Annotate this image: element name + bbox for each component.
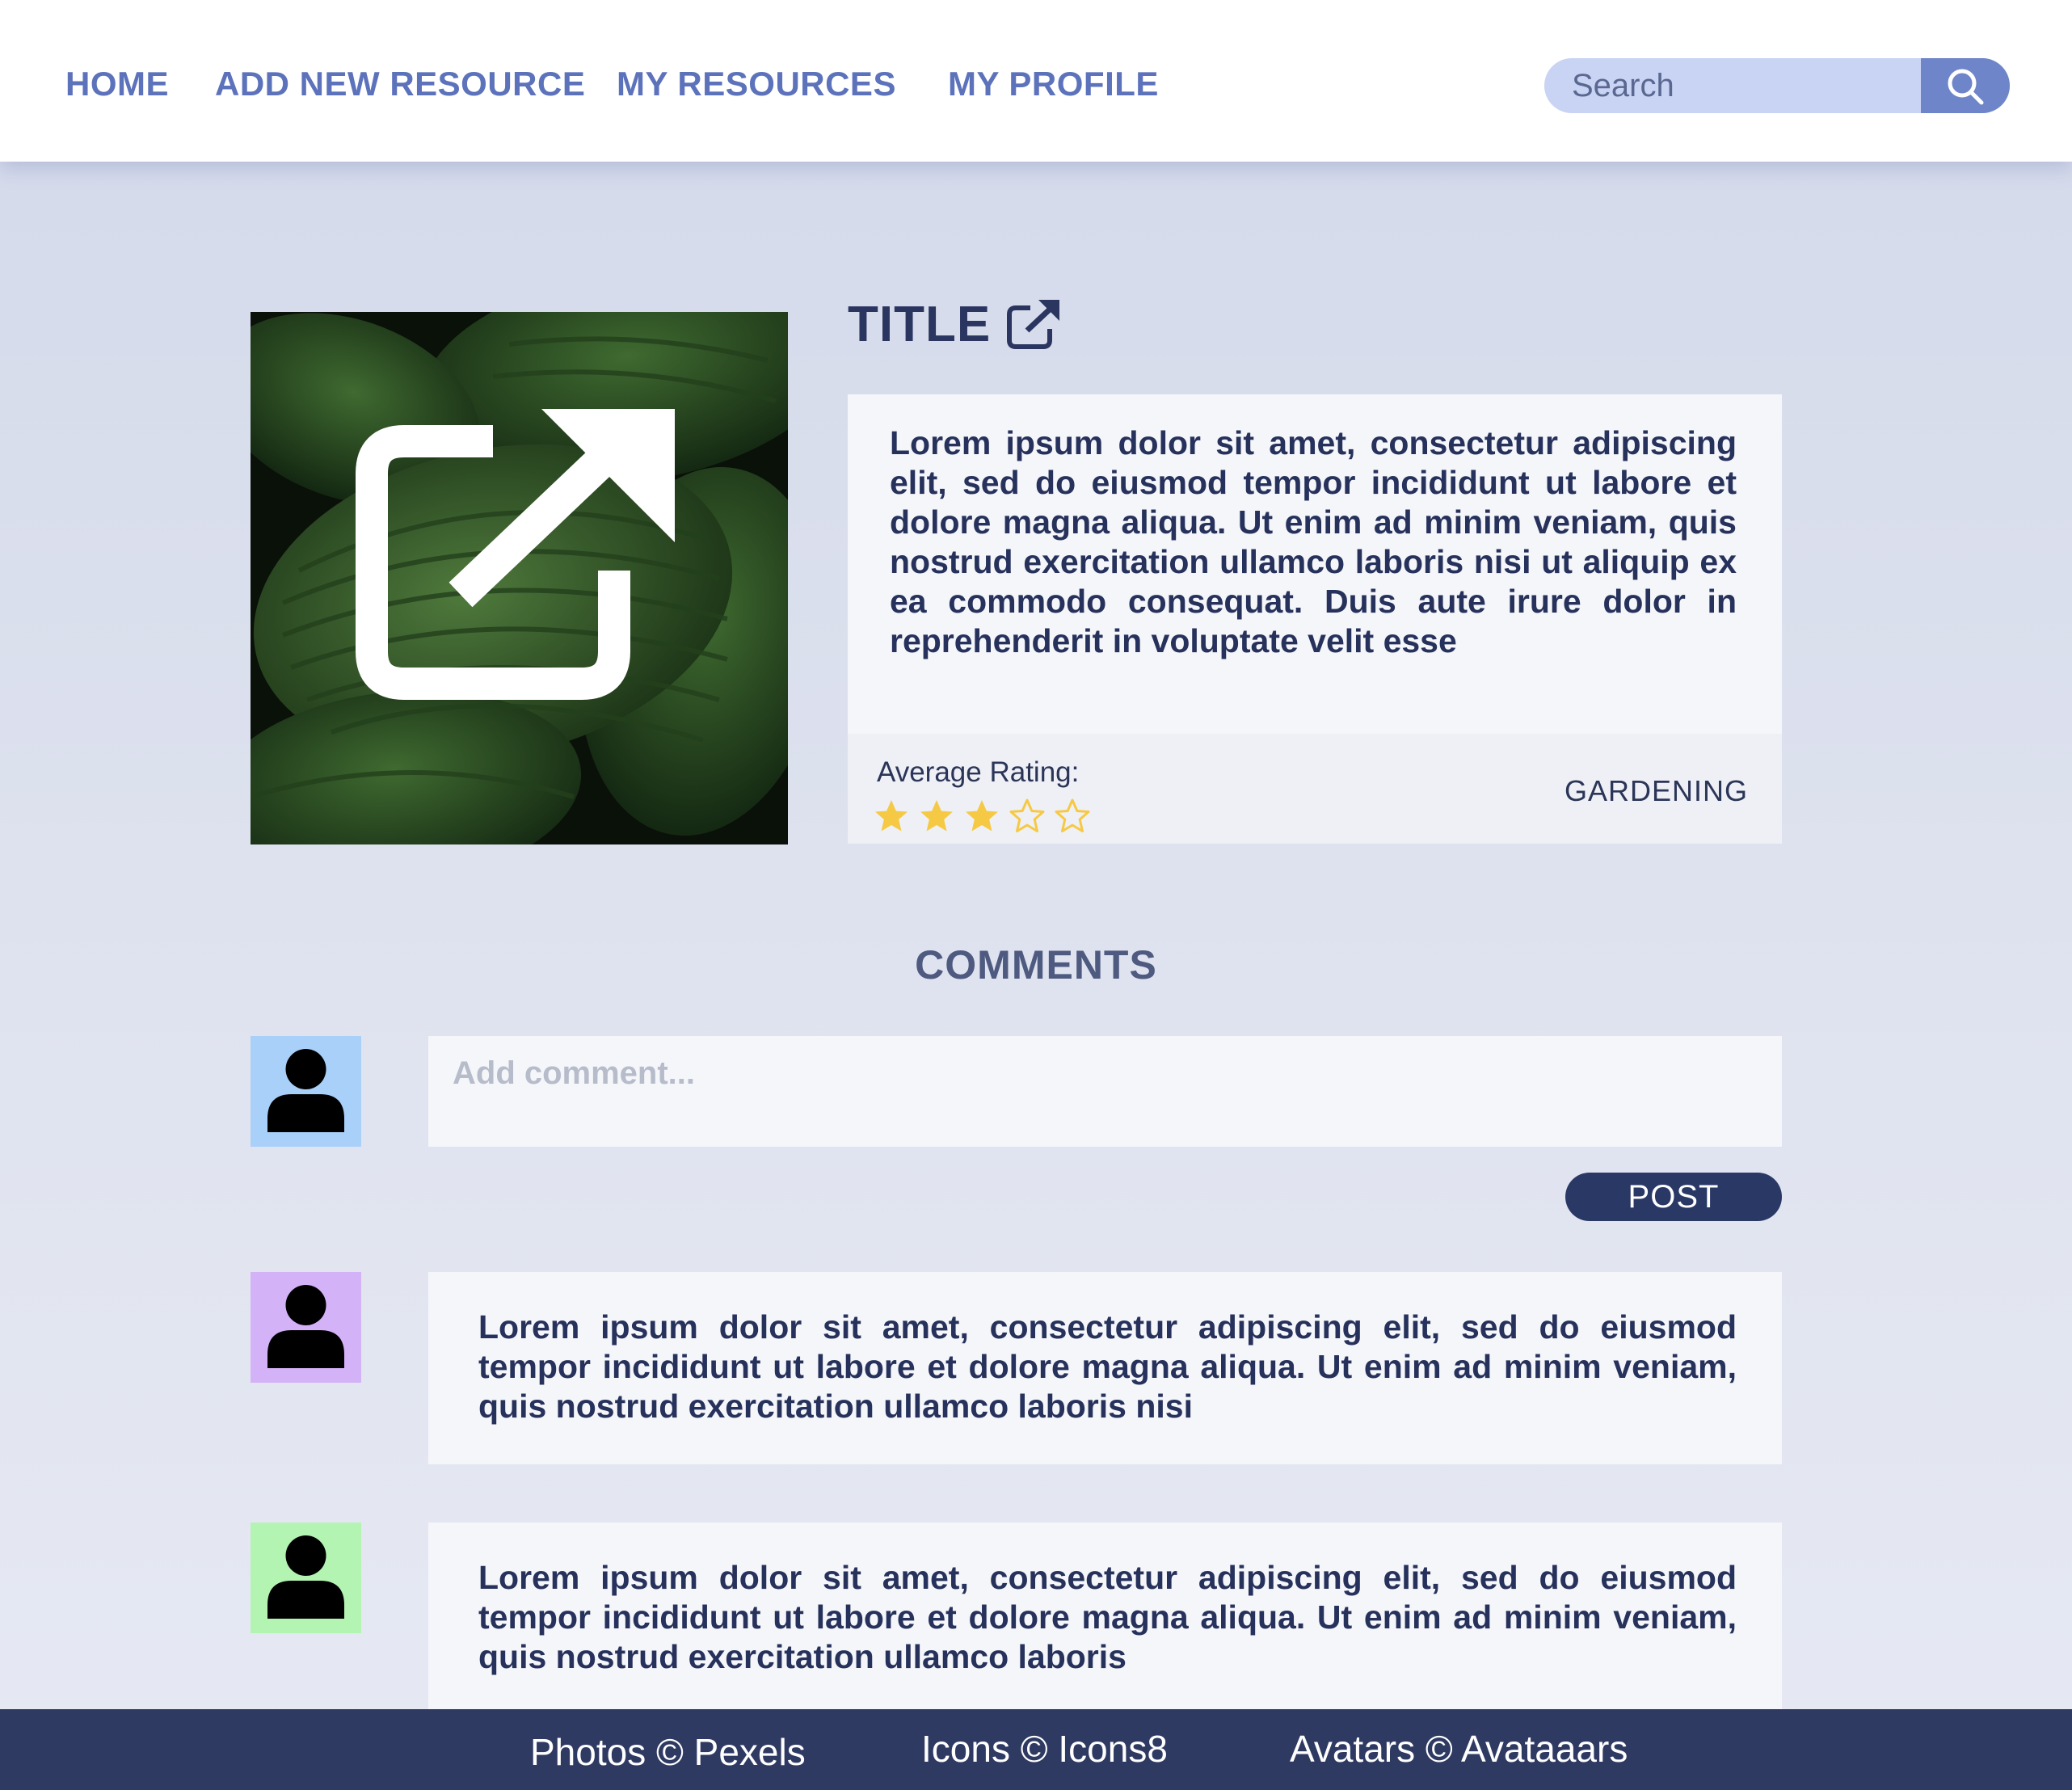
resource-title-row: TITLE [848,296,1061,369]
comment-author-avatar [251,1523,361,1633]
nav-my-resources-link[interactable]: MY RESOURCES [617,65,896,103]
comments-heading: COMMENTS [915,942,1157,988]
top-navigation-bar: HOME ADD NEW RESOURCE MY RESOURCES MY PR… [0,0,2072,162]
resource-description-panel: Lorem ipsum dolor sit amet, consectetur … [848,394,1782,734]
external-link-icon [356,409,675,700]
post-comment-button[interactable]: POST [1565,1173,1782,1221]
nav-my-profile-link[interactable]: MY PROFILE [948,65,1159,103]
comment-author-avatar [251,1272,361,1383]
resource-title: TITLE [848,297,992,352]
footer-photos-credit[interactable]: Photos © Pexels [530,1730,806,1774]
nav-home-link[interactable]: HOME [65,65,169,103]
average-rating-label: Average Rating: [877,756,1080,788]
comment-text: Lorem ipsum dolor sit amet, consectetur … [478,1308,1737,1425]
star-filled-icon[interactable] [874,798,909,834]
footer-icons-credit[interactable]: Icons © Icons8 [921,1727,1168,1771]
category-label[interactable]: GARDENING [1565,774,1748,808]
star-filled-icon[interactable] [964,798,1000,834]
add-comment-box [428,1036,1782,1147]
user-icon [267,1285,344,1368]
current-user-avatar [251,1036,361,1147]
search-bar [1544,58,2010,113]
add-comment-input[interactable] [428,1036,1782,1147]
star-rating [874,798,1090,834]
search-button[interactable] [1921,58,2010,113]
star-empty-icon[interactable] [1055,798,1090,834]
comment-card: Lorem ipsum dolor sit amet, consectetur … [428,1272,1782,1464]
footer-avatars-credit[interactable]: Avatars © Avataaars [1290,1727,1628,1771]
comment-text: Lorem ipsum dolor sit amet, consectetur … [478,1559,1737,1675]
resource-description: Lorem ipsum dolor sit amet, consectetur … [890,424,1737,659]
resource-thumbnail[interactable] [251,312,788,844]
nav-add-new-resource-link[interactable]: ADD NEW RESOURCE [215,65,585,103]
rating-panel: Average Rating: GARDENING [848,734,1782,844]
star-empty-icon[interactable] [1009,798,1045,834]
search-icon [1948,69,1984,105]
external-link-icon[interactable] [1006,299,1061,350]
user-icon [267,1049,344,1132]
search-input[interactable] [1544,58,1921,113]
user-icon [267,1535,344,1619]
footer: Photos © Pexels Icons © Icons8 Avatars ©… [0,1709,2072,1790]
star-filled-icon[interactable] [919,798,954,834]
